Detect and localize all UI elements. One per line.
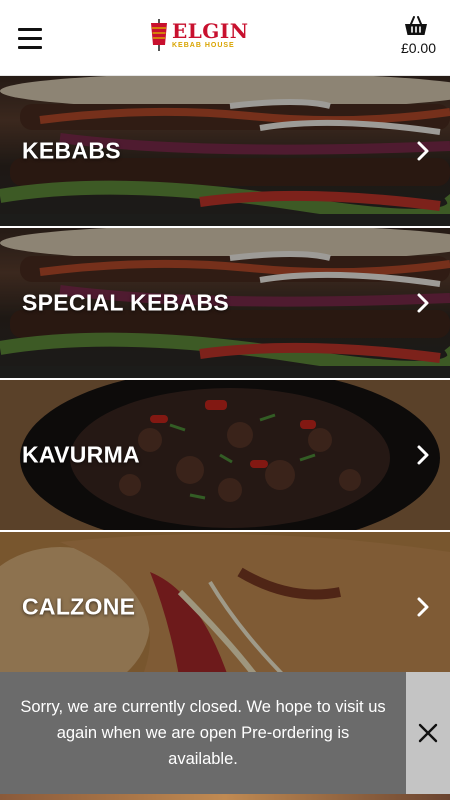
category-calzone[interactable]: CALZONE [0,532,450,684]
shopping-basket-icon [405,16,427,35]
basket-total: £0.00 [400,40,436,56]
chevron-right-icon [417,293,429,313]
next-category-image-peek [0,794,450,800]
doner-logo-icon [148,19,170,51]
category-kebabs[interactable]: KEBABS [0,76,450,228]
closed-notice-message: Sorry, we are currently closed. We hope … [20,698,386,768]
hamburger-menu-icon[interactable] [18,28,42,50]
chevron-right-icon [417,141,429,161]
category-label: SPECIAL KEBABS [22,289,229,316]
chevron-right-icon [417,597,429,617]
basket-button[interactable]: £0.00 [396,16,436,56]
closed-notice: Sorry, we are currently closed. We hope … [0,672,450,794]
logo-subtitle: KEBAB HOUSE [172,42,235,49]
close-notice-button[interactable] [406,672,450,794]
category-kavurma[interactable]: KAVURMA [0,380,450,532]
category-label: KAVURMA [22,441,140,468]
category-label: CALZONE [22,593,136,620]
category-list: KEBABS SPECIAL KEBABS KAVURMA CALZONE [0,76,450,684]
category-label: KEBABS [22,137,121,164]
chevron-right-icon [417,445,429,465]
category-special-kebabs[interactable]: SPECIAL KEBABS [0,228,450,380]
app-header: ELGIN KEBAB HOUSE £0.00 [0,0,450,76]
close-icon [418,723,438,743]
restaurant-logo[interactable]: ELGIN KEBAB HOUSE [148,17,258,53]
logo-name: ELGIN [172,19,249,43]
